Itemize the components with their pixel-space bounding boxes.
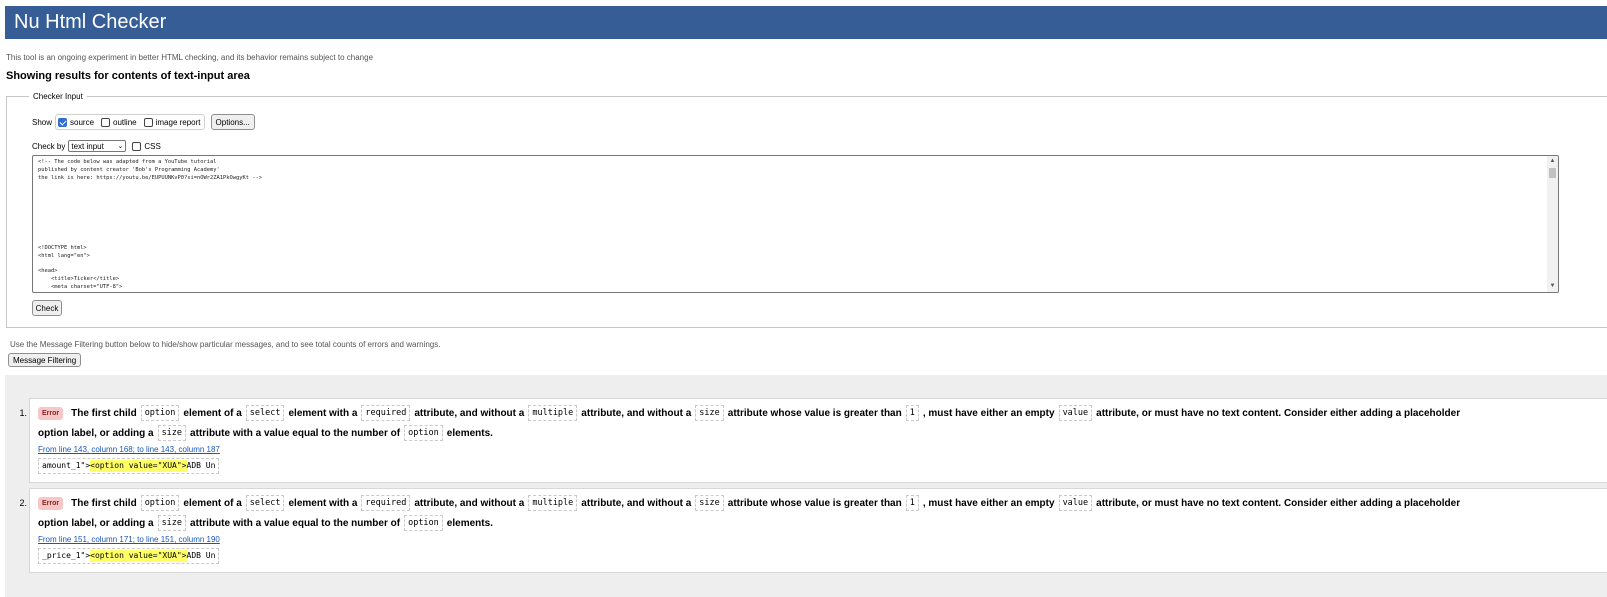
show-label: Show: [32, 117, 53, 127]
scroll-thumb[interactable]: [1549, 168, 1556, 178]
textarea-scrollbar[interactable]: ▲ ▼: [1547, 156, 1558, 292]
app-header: Nu Html Checker: [5, 6, 1607, 39]
show-source-label: source: [70, 117, 95, 127]
code-extract: _price_1"> <option value="XUA"> ADB Un: [38, 548, 220, 564]
code-token: value: [1058, 405, 1093, 421]
code-token: option: [404, 425, 443, 441]
message-text: The first child: [71, 497, 137, 509]
extract-highlight: <option value="XUA">: [90, 550, 187, 562]
check-by-select[interactable]: text input ⌄: [68, 140, 127, 152]
message-text: attribute, and without a: [414, 497, 525, 509]
extract-text: _price_1">: [42, 551, 91, 560]
show-outline-label: outline: [113, 117, 137, 127]
extract-text: ADB Un: [186, 551, 216, 560]
code-token: option: [140, 405, 180, 421]
error-badge: Error: [38, 496, 64, 510]
error-message: Error The first child option element of …: [29, 398, 1607, 483]
message-text: attribute with a value equal to the numb…: [190, 427, 401, 439]
message-line-1: Error The first child option element of …: [38, 495, 1460, 511]
css-label: CSS: [144, 141, 161, 151]
message-text: elements.: [446, 517, 493, 529]
css-option[interactable]: CSS: [132, 141, 161, 151]
code-token: required: [361, 405, 411, 421]
extract-text: amount_1">: [42, 461, 91, 470]
message-text: elements.: [446, 427, 493, 439]
css-checkbox[interactable]: [132, 141, 142, 151]
show-image-report-label: image report: [155, 117, 201, 127]
source-code: <!-- The code below was adapted from a Y…: [38, 159, 278, 292]
message-text: element with a: [288, 497, 358, 509]
chevron-down-icon: ⌄: [117, 142, 124, 150]
show-outline-option[interactable]: outline: [101, 117, 137, 127]
location-link[interactable]: From line 143, column 168; to line 143, …: [38, 445, 220, 454]
message-text: attribute, and without a: [581, 497, 692, 509]
code-token: size: [157, 425, 187, 441]
message-text: attribute, or must have no text content.…: [1096, 407, 1461, 419]
show-source-option[interactable]: source: [58, 117, 95, 127]
checker-input-legend: Checker Input: [29, 91, 87, 102]
options-button[interactable]: Options...: [210, 114, 255, 130]
extract-highlight: <option value="XUA">: [90, 460, 187, 472]
disclaimer-text: This tool is an ongoing experiment in be…: [6, 53, 374, 62]
message-text: element with a: [288, 407, 358, 419]
message-filtering-note: Use the Message Filtering button below t…: [10, 340, 441, 349]
code-token: option: [404, 515, 443, 531]
message-line-2: option label, or adding a size attribute…: [38, 515, 493, 531]
code-token: multiple: [528, 495, 578, 511]
code-token: select: [245, 495, 285, 511]
code-token: required: [361, 495, 411, 511]
code-token: select: [245, 405, 285, 421]
show-source-checkbox[interactable]: [58, 117, 68, 127]
message-line-1: Error The first child option element of …: [38, 405, 1460, 421]
results-heading: Showing results for contents of text-inp…: [6, 70, 250, 82]
scroll-down-icon[interactable]: ▼: [1547, 281, 1558, 292]
code-token: multiple: [528, 405, 578, 421]
code-token: size: [157, 515, 187, 531]
show-row: Show source outline image report Options…: [32, 114, 255, 130]
show-outline-checkbox[interactable]: [101, 117, 111, 127]
checker-input-fieldset: Checker Input Show source outline image …: [6, 91, 1607, 328]
message-text: , must have either an empty: [922, 497, 1055, 509]
source-textarea[interactable]: <!-- The code below was adapted from a Y…: [32, 155, 1559, 293]
message-text: attribute, or must have no text content.…: [1096, 497, 1461, 509]
check-by-value: text input: [71, 141, 104, 151]
scroll-up-icon[interactable]: ▲: [1547, 156, 1558, 167]
show-image-report-checkbox[interactable]: [143, 117, 153, 127]
code-token: value: [1058, 495, 1093, 511]
code-token: size: [695, 495, 724, 511]
check-by-row: Check by text input ⌄ CSS: [32, 139, 161, 153]
show-options-group: source outline image report: [55, 114, 205, 130]
message-text: attribute whose value is greater than: [727, 407, 902, 419]
message-line-2: option label, or adding a size attribute…: [38, 425, 493, 441]
code-token: 1: [905, 495, 919, 511]
message-filtering-button[interactable]: Message Filtering: [8, 353, 82, 367]
message-text: attribute whose value is greater than: [727, 497, 902, 509]
show-image-report-option[interactable]: image report: [143, 117, 201, 127]
message-text: element of a: [183, 497, 242, 509]
message-text: attribute, and without a: [414, 407, 525, 419]
code-token: size: [695, 405, 724, 421]
message-number: 2.: [19, 498, 27, 508]
message-text: , must have either an empty: [922, 407, 1055, 419]
message-number: 1.: [19, 408, 27, 418]
message-text: The first child: [71, 407, 137, 419]
message-text: attribute with a value equal to the numb…: [190, 517, 401, 529]
error-badge: Error: [38, 406, 64, 420]
code-token: 1: [905, 405, 919, 421]
message-text: attribute, and without a: [581, 407, 692, 419]
message-text: option label, or adding a: [38, 517, 154, 529]
message-text: option label, or adding a: [38, 427, 154, 439]
code-token: option: [140, 495, 180, 511]
extract-text: ADB Un: [186, 461, 216, 470]
check-button[interactable]: Check: [32, 300, 62, 316]
message-text: element of a: [183, 407, 242, 419]
results-area: 1. Error The first child option element …: [5, 375, 1607, 597]
app-title: Nu Html Checker: [14, 11, 167, 33]
location-link[interactable]: From line 151, column 171; to line 151, …: [38, 535, 220, 544]
error-message: Error The first child option element of …: [29, 488, 1607, 573]
code-extract: amount_1"> <option value="XUA"> ADB Un: [38, 458, 220, 474]
check-by-label: Check by: [32, 141, 66, 151]
